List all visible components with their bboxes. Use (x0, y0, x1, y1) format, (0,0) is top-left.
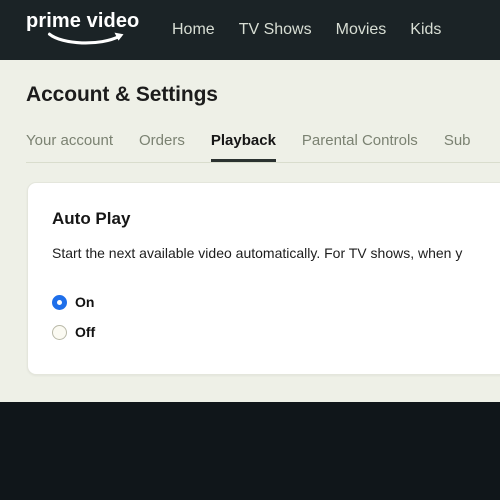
auto-play-option-off-label: Off (75, 324, 96, 340)
radio-selected-icon[interactable] (52, 294, 67, 310)
amazon-smile-arrow-icon (47, 32, 124, 45)
auto-play-card: Auto Play Start the next available video… (27, 182, 500, 375)
radio-unselected-icon[interactable] (52, 324, 67, 340)
top-navigation-bar: prime video Home TV Shows Movies Kids (0, 0, 500, 60)
settings-page: Account & Settings Your account Orders P… (0, 60, 500, 402)
tab-your-account[interactable]: Your account (26, 132, 113, 162)
auto-play-title: Auto Play (52, 209, 131, 228)
tab-parental-controls[interactable]: Parental Controls (302, 132, 418, 162)
page-title: Account & Settings (26, 83, 218, 106)
app-viewport: prime video Home TV Shows Movies Kids Ac… (0, 0, 500, 500)
nav-item-movies[interactable]: Movies (336, 21, 387, 39)
nav-item-kids[interactable]: Kids (410, 21, 441, 39)
tab-bar-divider (26, 162, 500, 163)
main-nav: Home TV Shows Movies Kids (172, 21, 441, 39)
auto-play-description: Start the next available video automatic… (52, 245, 463, 261)
auto-play-option-on[interactable]: On (52, 287, 95, 317)
prime-video-logo-text: prime video (26, 10, 140, 32)
settings-tabs: Your account Orders Playback Parental Co… (26, 132, 471, 162)
auto-play-radio-group: On Off (52, 287, 95, 347)
auto-play-option-on-label: On (75, 294, 95, 310)
auto-play-option-off[interactable]: Off (52, 317, 95, 347)
nav-item-tv-shows[interactable]: TV Shows (239, 21, 312, 39)
prime-video-logo[interactable]: prime video (24, 10, 146, 50)
nav-item-home[interactable]: Home (172, 21, 215, 39)
tab-orders[interactable]: Orders (139, 132, 185, 162)
tab-subscriptions[interactable]: Sub (444, 132, 471, 162)
page-footer (0, 402, 500, 500)
tab-playback[interactable]: Playback (210, 132, 276, 162)
settings-tab-bar: Your account Orders Playback Parental Co… (0, 132, 500, 165)
